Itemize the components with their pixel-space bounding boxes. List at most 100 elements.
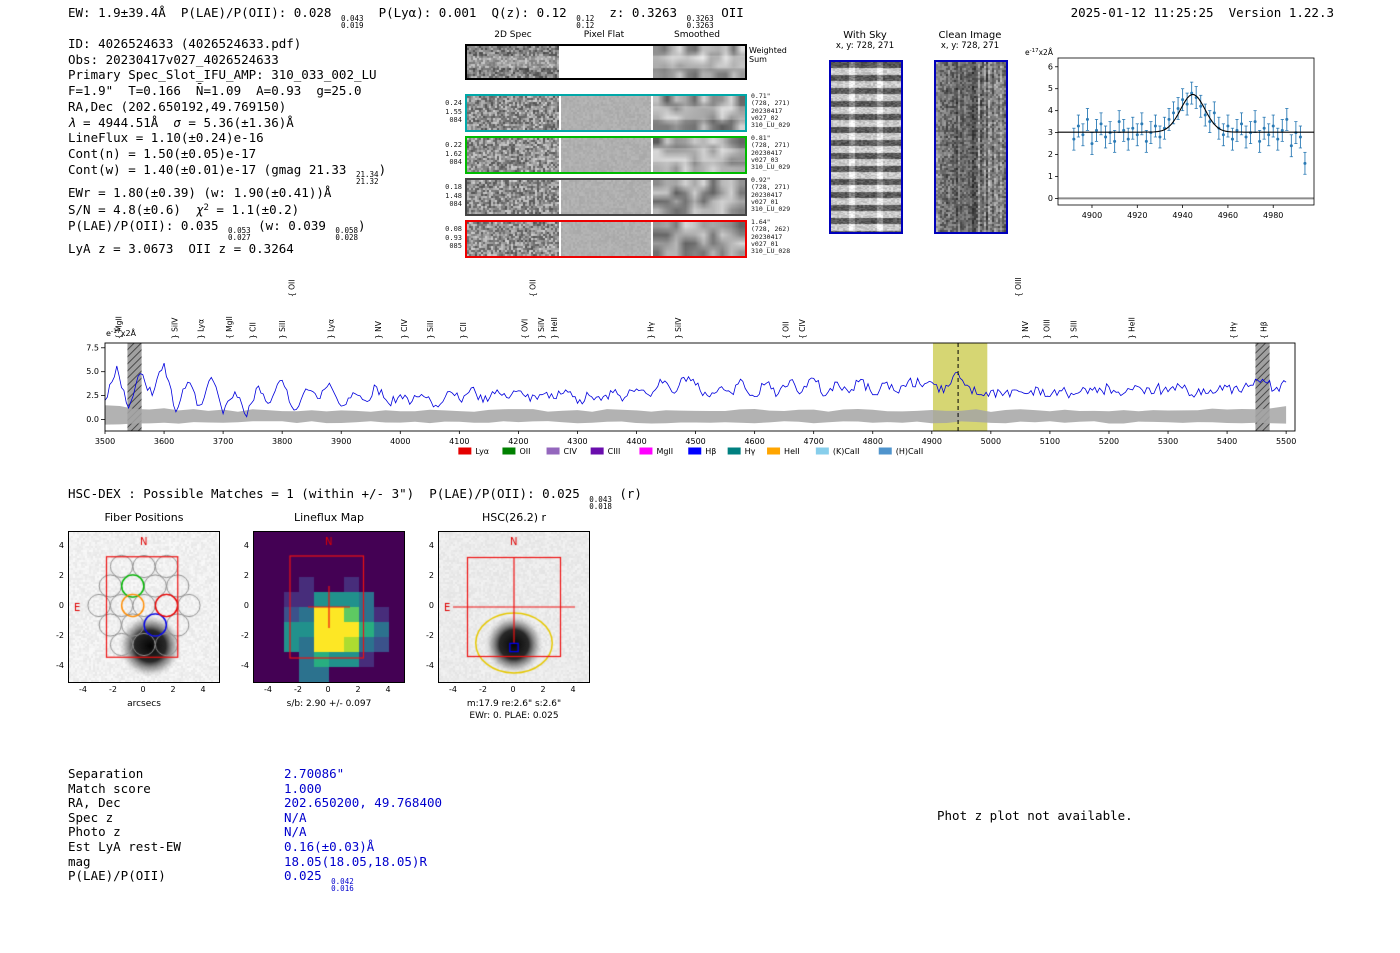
svg-text:} SiIV: } SiIV — [674, 317, 683, 339]
uncertainty-stack: 0.3263 0.3263 — [686, 13, 714, 30]
match-table-row: RA, Dec 202.650200, 49.768400 — [68, 795, 442, 810]
detection-info-block: ID: 4026524633 (4026524633.pdf) Obs: 2023… — [68, 36, 468, 257]
svg-text:4800: 4800 — [863, 437, 883, 446]
spec2d-row-annotation: 0.71" (728, 271) 20230417 v027_02 310_LU_029 — [751, 92, 791, 130]
with-sky-coords: x, y: 728, 271 — [835, 41, 895, 51]
pixel-flat-image — [561, 180, 651, 214]
smoothed-image — [653, 138, 745, 172]
svg-text:{ MgII: { MgII — [225, 316, 234, 339]
svg-text:HeII: HeII — [784, 447, 800, 456]
spec2d-col-header: Pixel Flat — [583, 30, 625, 40]
tick-label: 2 — [355, 685, 361, 694]
svg-text:5300: 5300 — [1158, 437, 1178, 446]
spec2d-weighted-sum-strip — [465, 44, 747, 80]
svg-text:} SiII: } SiII — [278, 321, 287, 339]
svg-text:5000: 5000 — [981, 437, 1001, 446]
svg-text:3800: 3800 — [272, 437, 292, 446]
info-line: λ = 4944.51Å σ = 5.36(±1.36)Å — [68, 114, 294, 130]
spec2d-image — [467, 222, 559, 256]
fiber-positions-image — [68, 531, 220, 683]
clean-image — [934, 60, 1008, 234]
match-table-label: Photo z — [68, 824, 121, 840]
spec2d-image — [467, 96, 559, 130]
svg-text:4200: 4200 — [508, 437, 528, 446]
match-table-value: 202.650200, 49.768400 — [284, 795, 443, 811]
match-table-label: Est LyA rest-EW — [68, 838, 181, 854]
info-line: S/N = 4.8(±0.6) χ2 = 1.1(±0.2) — [68, 201, 300, 217]
info-line: Cont(w) = 1.40(±0.01)e-17 (gmag 21.33 21… — [68, 161, 387, 187]
spec2d-row-values: 0.22 1.62 084 — [445, 141, 462, 166]
info-line: ID: 4026524633 (4026524633.pdf) — [68, 36, 302, 51]
svg-text:5400: 5400 — [1217, 437, 1237, 446]
tick-label: 2 — [540, 685, 546, 694]
svg-text:3500: 3500 — [95, 437, 115, 446]
svg-text:} OIII: } OIII — [1042, 319, 1051, 339]
tick-label: -4 — [449, 685, 457, 694]
clean-image-title: Clean Image — [938, 30, 1002, 41]
svg-text:Lyα: Lyα — [475, 447, 489, 456]
tick-label: 2 — [428, 571, 434, 580]
svg-text:(H)CaII: (H)CaII — [896, 447, 923, 456]
svg-text:{ OII: { OII — [529, 280, 538, 297]
svg-text:3900: 3900 — [331, 437, 351, 446]
spec2d-row — [465, 220, 747, 258]
tick-label: 4 — [200, 685, 206, 694]
svg-text:(K)CaII: (K)CaII — [833, 447, 860, 456]
clean-image-coords: x, y: 728, 271 — [940, 41, 1000, 51]
spec2d-panel: 2D Spec Pixel Flat Smoothed Weighted Sum… — [441, 30, 821, 262]
svg-text:1: 1 — [1048, 172, 1053, 181]
svg-text:0: 0 — [1048, 194, 1053, 203]
header-stats: EW: 1.9±39.4Å P(LAE)/P(OII): 0.028 0.043… — [68, 5, 744, 30]
info-line: LyA z = 3.0673 OII z = 0.3264 — [68, 241, 294, 257]
spec2d-row-annotation: 1.64" (728, 262) 20230417 v027_01 310_LU_028 — [751, 218, 791, 256]
svg-text:3700: 3700 — [213, 437, 233, 446]
svg-text:4960: 4960 — [1218, 211, 1238, 220]
hsc-caption-1: m:17.9 re:2.6" s:2.6" — [466, 699, 562, 709]
smoothed-image — [653, 96, 745, 130]
svg-text:} CII: } CII — [249, 322, 258, 339]
match-table-row: Photo z N/A — [68, 824, 442, 839]
tick-label: -4 — [56, 661, 64, 670]
spec2d-row-values: 0.08 0.93 085 — [445, 225, 462, 250]
svg-text:} SiII: } SiII — [426, 321, 435, 339]
svg-text:} Lyα: } Lyα — [197, 319, 206, 339]
match-table-row: Match score 1.000 — [68, 781, 442, 796]
with-sky-panel: With Sky x, y: 728, 271 — [820, 30, 910, 234]
svg-text:4: 4 — [1048, 106, 1053, 115]
tick-label: 4 — [58, 541, 64, 550]
spec2d-image — [467, 138, 559, 172]
pixel-flat-weighted-image — [561, 46, 651, 78]
info-line: Primary Spec_Slot_IFU_AMP: 310_033_002_L… — [68, 67, 377, 83]
svg-text:2.5: 2.5 — [86, 391, 99, 400]
smoothed-image — [653, 180, 745, 214]
svg-text:4300: 4300 — [567, 437, 587, 446]
tick-label: -2 — [56, 631, 64, 640]
svg-text:OII: OII — [519, 447, 530, 456]
match-table-row: mag 18.05(18.05,18.05)R — [68, 854, 442, 869]
elixer-report-page: EW: 1.9±39.4Å P(LAE)/P(OII): 0.028 0.043… — [0, 0, 1400, 953]
svg-text:} SiIV: } SiIV — [171, 317, 180, 339]
tick-label: -2 — [426, 631, 434, 640]
svg-text:{ Hβ: { Hβ — [1260, 321, 1269, 339]
spec2d-row — [465, 94, 747, 132]
svg-text:5500: 5500 — [1276, 437, 1296, 446]
svg-text:{ OVI: { OVI — [520, 319, 529, 339]
match-table-value: 0.025 — [284, 868, 330, 884]
tick-label: 0 — [243, 601, 249, 610]
tick-label: 0 — [510, 685, 516, 694]
match-table-label: P(LAE)/P(OII) — [68, 868, 166, 884]
hsc-r-cutout: HSC(26.2) r m:17.9 re:2.6" s:2.6" EWr: 0… — [416, 511, 616, 731]
svg-text:e-17x2Å: e-17x2Å — [106, 327, 137, 338]
pixel-flat-image — [561, 96, 651, 130]
uncertainty-stack: 0.12 0.12 — [576, 13, 595, 30]
lineflux-map-title: Lineflux Map — [293, 511, 365, 524]
tick-label: 0 — [140, 685, 146, 694]
match-table-label: RA, Dec — [68, 795, 121, 811]
uncertainty-stack: 0.043 0.018 — [589, 494, 612, 511]
svg-text:5: 5 — [1048, 84, 1053, 93]
svg-text:} CII: } CII — [459, 322, 468, 339]
pixel-flat-image — [561, 138, 651, 172]
spec2d-row-annotation: 0.81" (728, 271) 20230417 v027_03 310_LU_029 — [751, 134, 791, 172]
svg-text:{ OII: { OII — [781, 322, 790, 339]
svg-text:5200: 5200 — [1099, 437, 1119, 446]
